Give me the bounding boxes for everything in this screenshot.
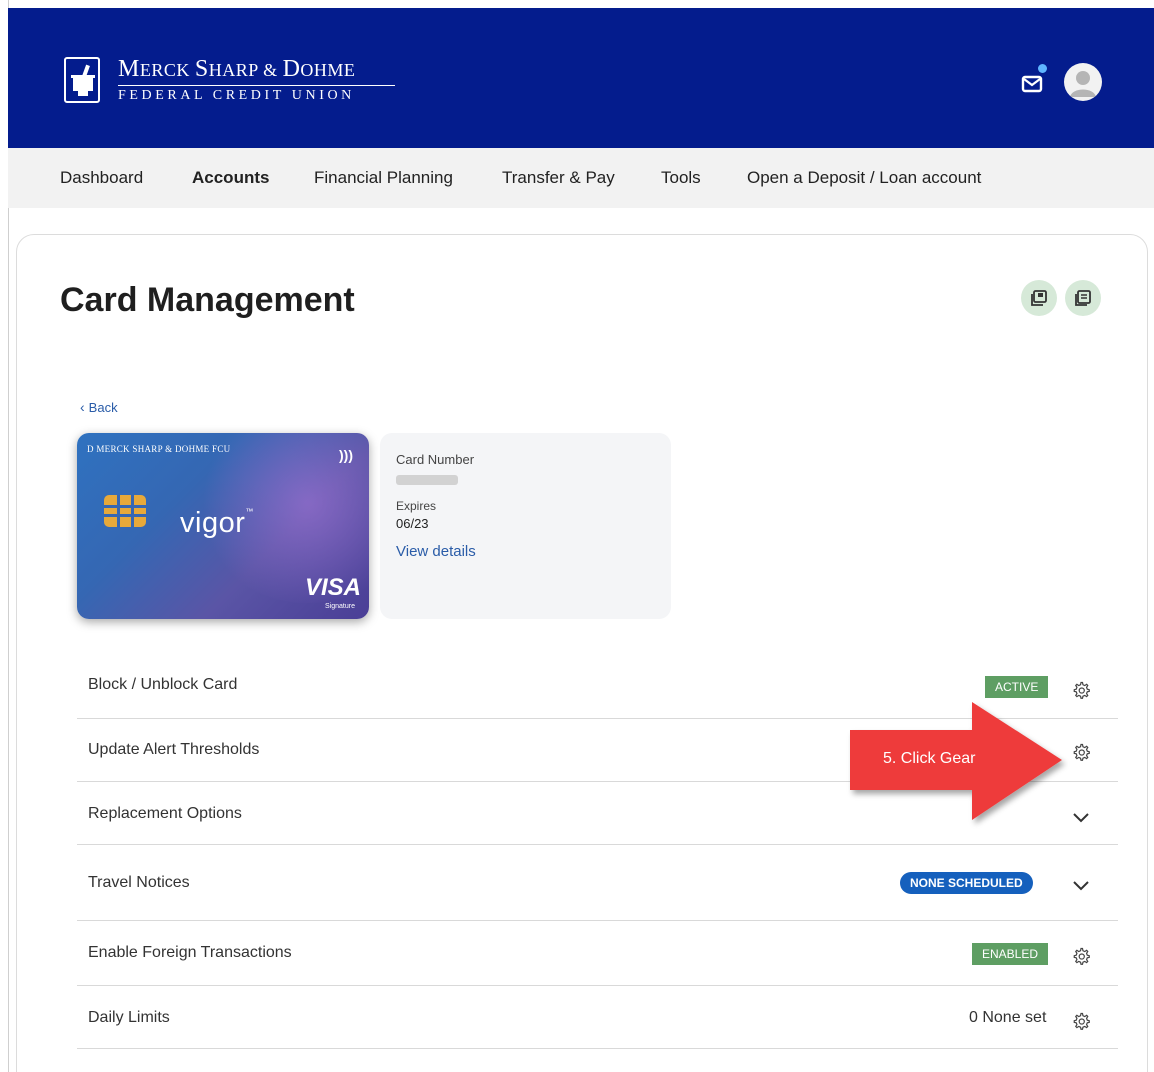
nav-dashboard[interactable]: Dashboard — [60, 168, 143, 188]
card-network: VISA — [305, 574, 362, 601]
setting-row-foreign: Enable Foreign Transactions ENABLED — [77, 921, 1118, 986]
mortar-pestle-logo-icon[interactable] — [64, 57, 100, 103]
setting-label: Daily Limits — [88, 1009, 170, 1026]
mail-icon[interactable] — [1020, 70, 1046, 96]
setting-label: Block / Unblock Card — [88, 676, 238, 693]
print-icon — [1075, 290, 1091, 306]
setting-label: Update Alert Thresholds — [88, 741, 260, 758]
nav-financial-planning[interactable]: Financial Planning — [314, 168, 453, 188]
card-info: Card Number Expires 06/23 View details — [380, 433, 671, 619]
card-product: vigor™ — [180, 507, 254, 539]
setting-row-travel: Travel Notices NONE SCHEDULED — [77, 845, 1118, 921]
nav-open-account[interactable]: Open a Deposit / Loan account — [747, 168, 981, 188]
brand-name[interactable]: MERCK SHARP & DOHME — [118, 56, 355, 83]
print-button[interactable] — [1065, 280, 1101, 316]
card-issuer: D MERCK SHARP & DOHME FCU — [87, 444, 231, 454]
card-number-masked — [396, 475, 458, 485]
card-number-label: Card Number — [396, 452, 475, 467]
user-avatar-icon[interactable] — [1064, 63, 1102, 101]
nav-transfer-pay[interactable]: Transfer & Pay — [502, 168, 615, 188]
nav-tools[interactable]: Tools — [661, 168, 701, 188]
save-icon — [1031, 290, 1047, 306]
chevron-left-icon: ‹ — [80, 399, 85, 415]
view-details-link[interactable]: View details — [396, 543, 476, 560]
chevron-down-icon[interactable] — [1072, 880, 1090, 892]
card-network-tier: Signature — [325, 603, 355, 610]
save-button[interactable] — [1021, 280, 1057, 316]
chevron-down-icon[interactable] — [1072, 812, 1090, 824]
gear-icon[interactable] — [1072, 681, 1090, 699]
page-title: Card Management — [60, 281, 355, 319]
setting-label: Travel Notices — [88, 874, 190, 891]
site-header: MERCK SHARP & DOHME FEDERAL CREDIT UNION — [8, 8, 1154, 148]
gear-icon[interactable] — [1072, 1012, 1090, 1030]
brand-subtitle: FEDERAL CREDIT UNION — [118, 88, 355, 103]
brand-divider — [118, 85, 395, 86]
status-badge: NONE SCHEDULED — [900, 872, 1033, 894]
status-badge: ACTIVE — [985, 676, 1049, 698]
gear-icon[interactable] — [1072, 743, 1090, 761]
credit-card-image: D MERCK SHARP & DOHME FCU ))) vigor™ VIS… — [77, 433, 369, 619]
back-link[interactable]: ‹ Back — [80, 399, 118, 415]
annotation-text: 5. Click Gear — [883, 750, 976, 767]
setting-label: Enable Foreign Transactions — [88, 944, 292, 961]
notification-dot — [1038, 64, 1047, 73]
expires-value: 06/23 — [396, 516, 429, 531]
expires-label: Expires — [396, 499, 437, 513]
main-nav: Dashboard Accounts Financial Planning Tr… — [8, 148, 1154, 208]
nav-accounts[interactable]: Accounts — [192, 168, 269, 188]
chip-icon — [104, 495, 146, 527]
status-badge: ENABLED — [972, 943, 1049, 965]
gear-icon[interactable] — [1072, 947, 1090, 965]
contactless-icon: ))) — [339, 447, 353, 463]
limit-value: 0 None set — [969, 1009, 1047, 1026]
setting-row-daily-limits: Daily Limits 0 None set — [77, 986, 1118, 1049]
setting-label: Replacement Options — [88, 805, 242, 822]
